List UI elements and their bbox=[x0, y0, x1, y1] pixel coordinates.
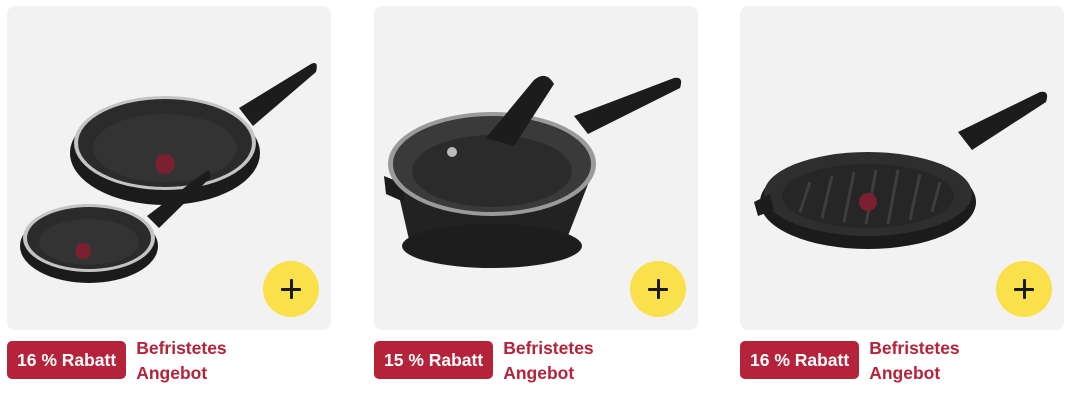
product-image-3[interactable] bbox=[740, 6, 1064, 330]
add-to-cart-button-3[interactable] bbox=[996, 261, 1052, 317]
plus-icon bbox=[281, 279, 301, 299]
add-to-cart-button-2[interactable] bbox=[630, 261, 686, 317]
plus-icon bbox=[648, 279, 668, 299]
promo-row-1: 16 % Rabatt Befristetes Angebot bbox=[7, 336, 256, 386]
discount-badge: 16 % Rabatt bbox=[7, 341, 127, 379]
discount-badge: 16 % Rabatt bbox=[740, 341, 860, 379]
limited-offer-label: Befristetes Angebot bbox=[136, 336, 256, 386]
product-card-2 bbox=[374, 6, 698, 330]
promo-row-2: 15 % Rabatt Befristetes Angebot bbox=[374, 336, 623, 386]
product-card-1 bbox=[7, 6, 331, 330]
plus-icon bbox=[1014, 279, 1034, 299]
offer-line-2: Angebot bbox=[503, 363, 575, 383]
product-card-3 bbox=[740, 6, 1064, 330]
limited-offer-label: Befristetes Angebot bbox=[869, 336, 989, 386]
offer-line-1: Befristetes bbox=[869, 338, 960, 358]
promo-row-3: 16 % Rabatt Befristetes Angebot bbox=[740, 336, 989, 386]
limited-offer-label: Befristetes Angebot bbox=[503, 336, 623, 386]
product-image-1[interactable] bbox=[7, 6, 331, 330]
offer-line-1: Befristetes bbox=[503, 338, 594, 358]
offer-line-2: Angebot bbox=[136, 363, 208, 383]
discount-badge: 15 % Rabatt bbox=[374, 341, 494, 379]
product-image-2[interactable] bbox=[374, 6, 698, 330]
offer-line-2: Angebot bbox=[869, 363, 941, 383]
add-to-cart-button-1[interactable] bbox=[263, 261, 319, 317]
offer-line-1: Befristetes bbox=[136, 338, 227, 358]
